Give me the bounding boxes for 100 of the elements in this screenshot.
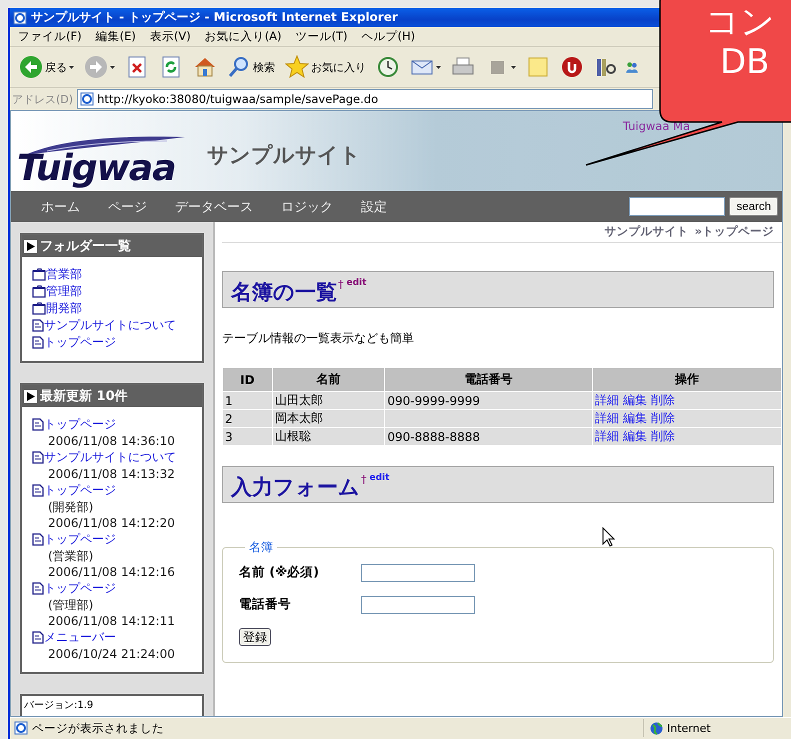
triangle-icon (24, 240, 37, 252)
nav-link[interactable]: ホーム (41, 198, 80, 216)
callout-text: コン (705, 4, 775, 40)
field-label: 名前 (※必須) (239, 564, 320, 581)
window-title: サンプルサイト - トップページ - Microsoft Internet Explorer (31, 9, 398, 26)
anchor-mark: † (338, 278, 344, 291)
heading-title: 名簿の一覧 (231, 279, 337, 306)
field-label: 電話番号 (239, 596, 292, 613)
sidebar-link[interactable]: トップページ (32, 334, 192, 351)
magnifier-icon (227, 55, 251, 79)
search-button[interactable]: search (729, 197, 778, 216)
version-label: バージョン:1.9 (20, 694, 204, 716)
update-date: 2006/11/08 14:12:16 (47, 564, 176, 580)
home-icon (193, 55, 217, 79)
folder-label: (営業部) (47, 548, 94, 564)
update-date: 2006/10/24 21:24:00 (47, 646, 176, 662)
table-cell: 090-8888-8888 (384, 428, 592, 446)
caret-icon (436, 66, 441, 68)
anchor-mark: † (361, 473, 366, 486)
sidebar-link[interactable]: メニューバー (32, 629, 192, 646)
table-cell: 090-9999-9999 (384, 392, 592, 410)
ie-icon (13, 10, 27, 24)
breadcrumb-link[interactable]: サンプルサイト (604, 224, 689, 239)
table-cell: 1 (222, 392, 272, 410)
note-icon (526, 55, 550, 79)
column-header: 名前 (272, 368, 385, 392)
nav-link[interactable]: 設定 (361, 198, 387, 216)
update-date: 2006/11/08 14:12:20 (47, 515, 176, 531)
table-cell: 山田太郎 (272, 392, 385, 410)
zone-label: Internet (667, 722, 711, 734)
address-field[interactable]: http://kyoko:38080/tuigwaa/sample/savePage.do (77, 89, 654, 109)
site-title: サンプルサイト (207, 142, 361, 169)
search-field[interactable] (629, 197, 726, 216)
sidebar-link[interactable]: サンプルサイトについて (32, 449, 192, 466)
caret-icon (69, 66, 74, 68)
menu-item[interactable]: ツール(T) (296, 29, 348, 44)
sidebar-link[interactable]: 営業部 (32, 266, 192, 283)
globe-icon (650, 722, 663, 734)
input-field[interactable] (361, 596, 475, 614)
action-link[interactable]: 削除 (650, 393, 675, 407)
table-cell: 岡本太郎 (272, 410, 385, 428)
column-header: 電話番号 (384, 368, 592, 392)
folder-label: (管理部) (47, 597, 94, 613)
action-link[interactable]: 削除 (650, 429, 675, 443)
menu-item[interactable]: 表示(V) (150, 29, 191, 44)
action-link[interactable]: 詳細 (594, 411, 619, 425)
form-legend: 名簿 (245, 539, 277, 556)
folder-label: (開発部) (47, 499, 94, 515)
input-field[interactable] (361, 564, 475, 582)
submit-button[interactable]: 登録 (239, 628, 271, 646)
action-link[interactable]: 編集 (622, 411, 647, 425)
update-date: 2006/11/08 14:13:32 (47, 466, 176, 482)
clock-icon (376, 55, 400, 79)
callout-text: DB (720, 44, 770, 80)
menu-item[interactable]: 編集(E) (96, 29, 136, 44)
edit-link[interactable]: edit (346, 278, 366, 288)
action-link[interactable]: 編集 (622, 429, 647, 443)
triangle-icon (24, 390, 37, 402)
folder-icon (32, 285, 46, 298)
action-link[interactable]: 詳細 (594, 429, 619, 443)
panel-title: 最新更新 10件 (40, 388, 128, 405)
update-date: 2006/11/08 14:12:11 (47, 613, 176, 629)
sidebar-link[interactable]: トップページ (32, 531, 192, 548)
sidebar-link[interactable]: トップページ (32, 416, 192, 433)
cursor-icon (602, 527, 615, 547)
menu-item[interactable]: ファイル(F) (18, 29, 82, 44)
panel-title: フォルダー一覧 (40, 238, 131, 255)
toolbar-button[interactable]: 戻る (16, 51, 77, 83)
breadcrumb-link[interactable]: »トップページ (694, 224, 774, 239)
toolbar-button[interactable]: お気に入り (282, 51, 369, 83)
status-text: ページが表示されました (32, 720, 164, 736)
edit-link[interactable]: edit (370, 473, 390, 483)
sidebar-link[interactable]: 開発部 (32, 300, 192, 317)
nav-link[interactable]: ロジック (281, 198, 333, 216)
sidebar-link[interactable]: サンプルサイトについて (32, 317, 192, 334)
action-link[interactable]: 詳細 (594, 393, 619, 407)
table-cell: 2 (222, 410, 272, 428)
folder-icon (32, 302, 46, 315)
column-header: 操作 (592, 368, 782, 392)
update-date: 2006/11/08 14:36:10 (47, 433, 176, 449)
sidebar-link[interactable]: トップページ (32, 482, 192, 499)
nav-link[interactable]: データベース (175, 198, 253, 216)
sidebar-link[interactable]: 管理部 (32, 283, 192, 300)
caret-icon (511, 66, 516, 68)
menu-item[interactable]: お気に入り(A) (204, 29, 282, 44)
toolbar-button[interactable]: 検索 (224, 51, 278, 83)
action-link[interactable]: 削除 (650, 411, 675, 425)
heading-title: 入力フォーム (231, 474, 360, 501)
nav-link[interactable]: ページ (108, 198, 147, 216)
caret-icon (110, 66, 115, 68)
address-label: アドレス(D) (12, 92, 74, 106)
column-header: ID (222, 368, 272, 392)
logo: Tuigwaa (17, 148, 176, 189)
sidebar-link[interactable]: トップページ (32, 580, 192, 597)
action-link[interactable]: 編集 (622, 393, 647, 407)
table-cell: 3 (222, 428, 272, 446)
intro-text: テーブル情報の一覧表示なども簡単 (222, 330, 415, 347)
star-icon (285, 55, 309, 79)
menu-item[interactable]: ヘルプ(H) (362, 29, 416, 44)
table-cell: 山根聡 (272, 428, 385, 446)
